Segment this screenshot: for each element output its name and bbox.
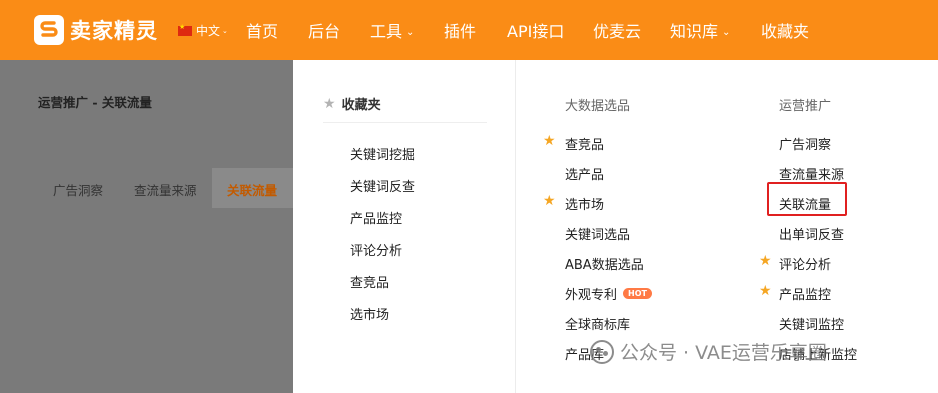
- language-switcher[interactable]: 中文 ⌄: [178, 22, 228, 39]
- bigdata-item[interactable]: 选产品: [565, 164, 604, 183]
- top-navbar: 卖家精灵 中文 ⌄ 首页 后台 工具⌄ 插件 API接口 优麦云 知识库⌄ 收藏…: [0, 0, 938, 60]
- nav-item-home[interactable]: 首页: [246, 18, 278, 42]
- favorites-heading: ★ 收藏夹: [323, 95, 381, 114]
- chevron-down-icon: ⌄: [406, 27, 415, 38]
- favorites-divider: [323, 122, 487, 123]
- nav-item-favorites[interactable]: 收藏夹: [761, 18, 809, 42]
- column-divider: [515, 60, 516, 393]
- operations-item[interactable]: 评论分析: [779, 254, 831, 273]
- operations-item[interactable]: 关键词监控: [779, 314, 844, 333]
- favorites-item[interactable]: 选市场: [350, 304, 389, 323]
- operations-item[interactable]: 出单词反查: [779, 224, 844, 243]
- nav-item-youmaiyun[interactable]: 优麦云: [593, 18, 641, 42]
- bigdata-item[interactable]: 关键词选品: [565, 224, 630, 243]
- bigdata-item[interactable]: 查竞品: [565, 134, 604, 153]
- bigdata-item[interactable]: 外观专利 HOT: [565, 284, 652, 303]
- nav-item-knowledge[interactable]: 知识库 ⌄: [670, 18, 730, 42]
- favorites-item[interactable]: 关键词反查: [350, 176, 415, 195]
- bigdata-heading: 大数据选品: [565, 99, 631, 114]
- star-icon[interactable]: ★: [543, 193, 556, 209]
- wechat-icon: [590, 339, 614, 364]
- nav-item-tools[interactable]: 工具 ⌄: [370, 18, 414, 42]
- logo-icon: [34, 15, 64, 45]
- china-flag-icon: [178, 23, 192, 36]
- watermark: 公众号 · VAE运营乐享圈: [590, 338, 827, 365]
- star-icon[interactable]: ★: [759, 253, 772, 269]
- subtab-traffic-source[interactable]: 查流量来源: [134, 180, 197, 199]
- subtab-ad-insight[interactable]: 广告洞察: [53, 180, 103, 199]
- brand-name: 卖家精灵: [70, 19, 158, 43]
- operations-heading: 运营推广: [779, 99, 832, 114]
- hot-badge: HOT: [623, 288, 652, 299]
- bigdata-item[interactable]: ABA数据选品: [565, 254, 644, 273]
- breadcrumb: 运营推广 - 关联流量: [38, 95, 152, 110]
- favorites-item[interactable]: 查竞品: [350, 272, 389, 291]
- brand-logo[interactable]: 卖家精灵: [34, 12, 158, 48]
- chevron-down-icon: ⌄: [222, 26, 228, 35]
- star-icon[interactable]: ★: [759, 283, 772, 299]
- highlight-box: [767, 182, 847, 216]
- nav-item-backend[interactable]: 后台: [308, 18, 340, 42]
- nav-item-api[interactable]: API接口: [507, 18, 564, 42]
- operations-item[interactable]: 广告洞察: [779, 134, 831, 153]
- bigdata-item[interactable]: 选市场: [565, 194, 604, 213]
- favorites-item[interactable]: 评论分析: [350, 240, 402, 259]
- operations-item[interactable]: 产品监控: [779, 284, 831, 303]
- language-label: 中文: [196, 24, 221, 38]
- bigdata-item[interactable]: 全球商标库: [565, 314, 630, 333]
- favorites-item[interactable]: 关键词挖掘: [350, 144, 415, 163]
- operations-item[interactable]: 查流量来源: [779, 164, 844, 183]
- nav-item-plugins[interactable]: 插件: [444, 18, 476, 42]
- star-icon[interactable]: ★: [543, 133, 556, 149]
- favorites-item[interactable]: 产品监控: [350, 208, 402, 227]
- chevron-down-icon: ⌄: [722, 27, 731, 38]
- star-icon: ★: [323, 95, 336, 112]
- subtab-related-traffic[interactable]: 关联流量: [227, 180, 277, 199]
